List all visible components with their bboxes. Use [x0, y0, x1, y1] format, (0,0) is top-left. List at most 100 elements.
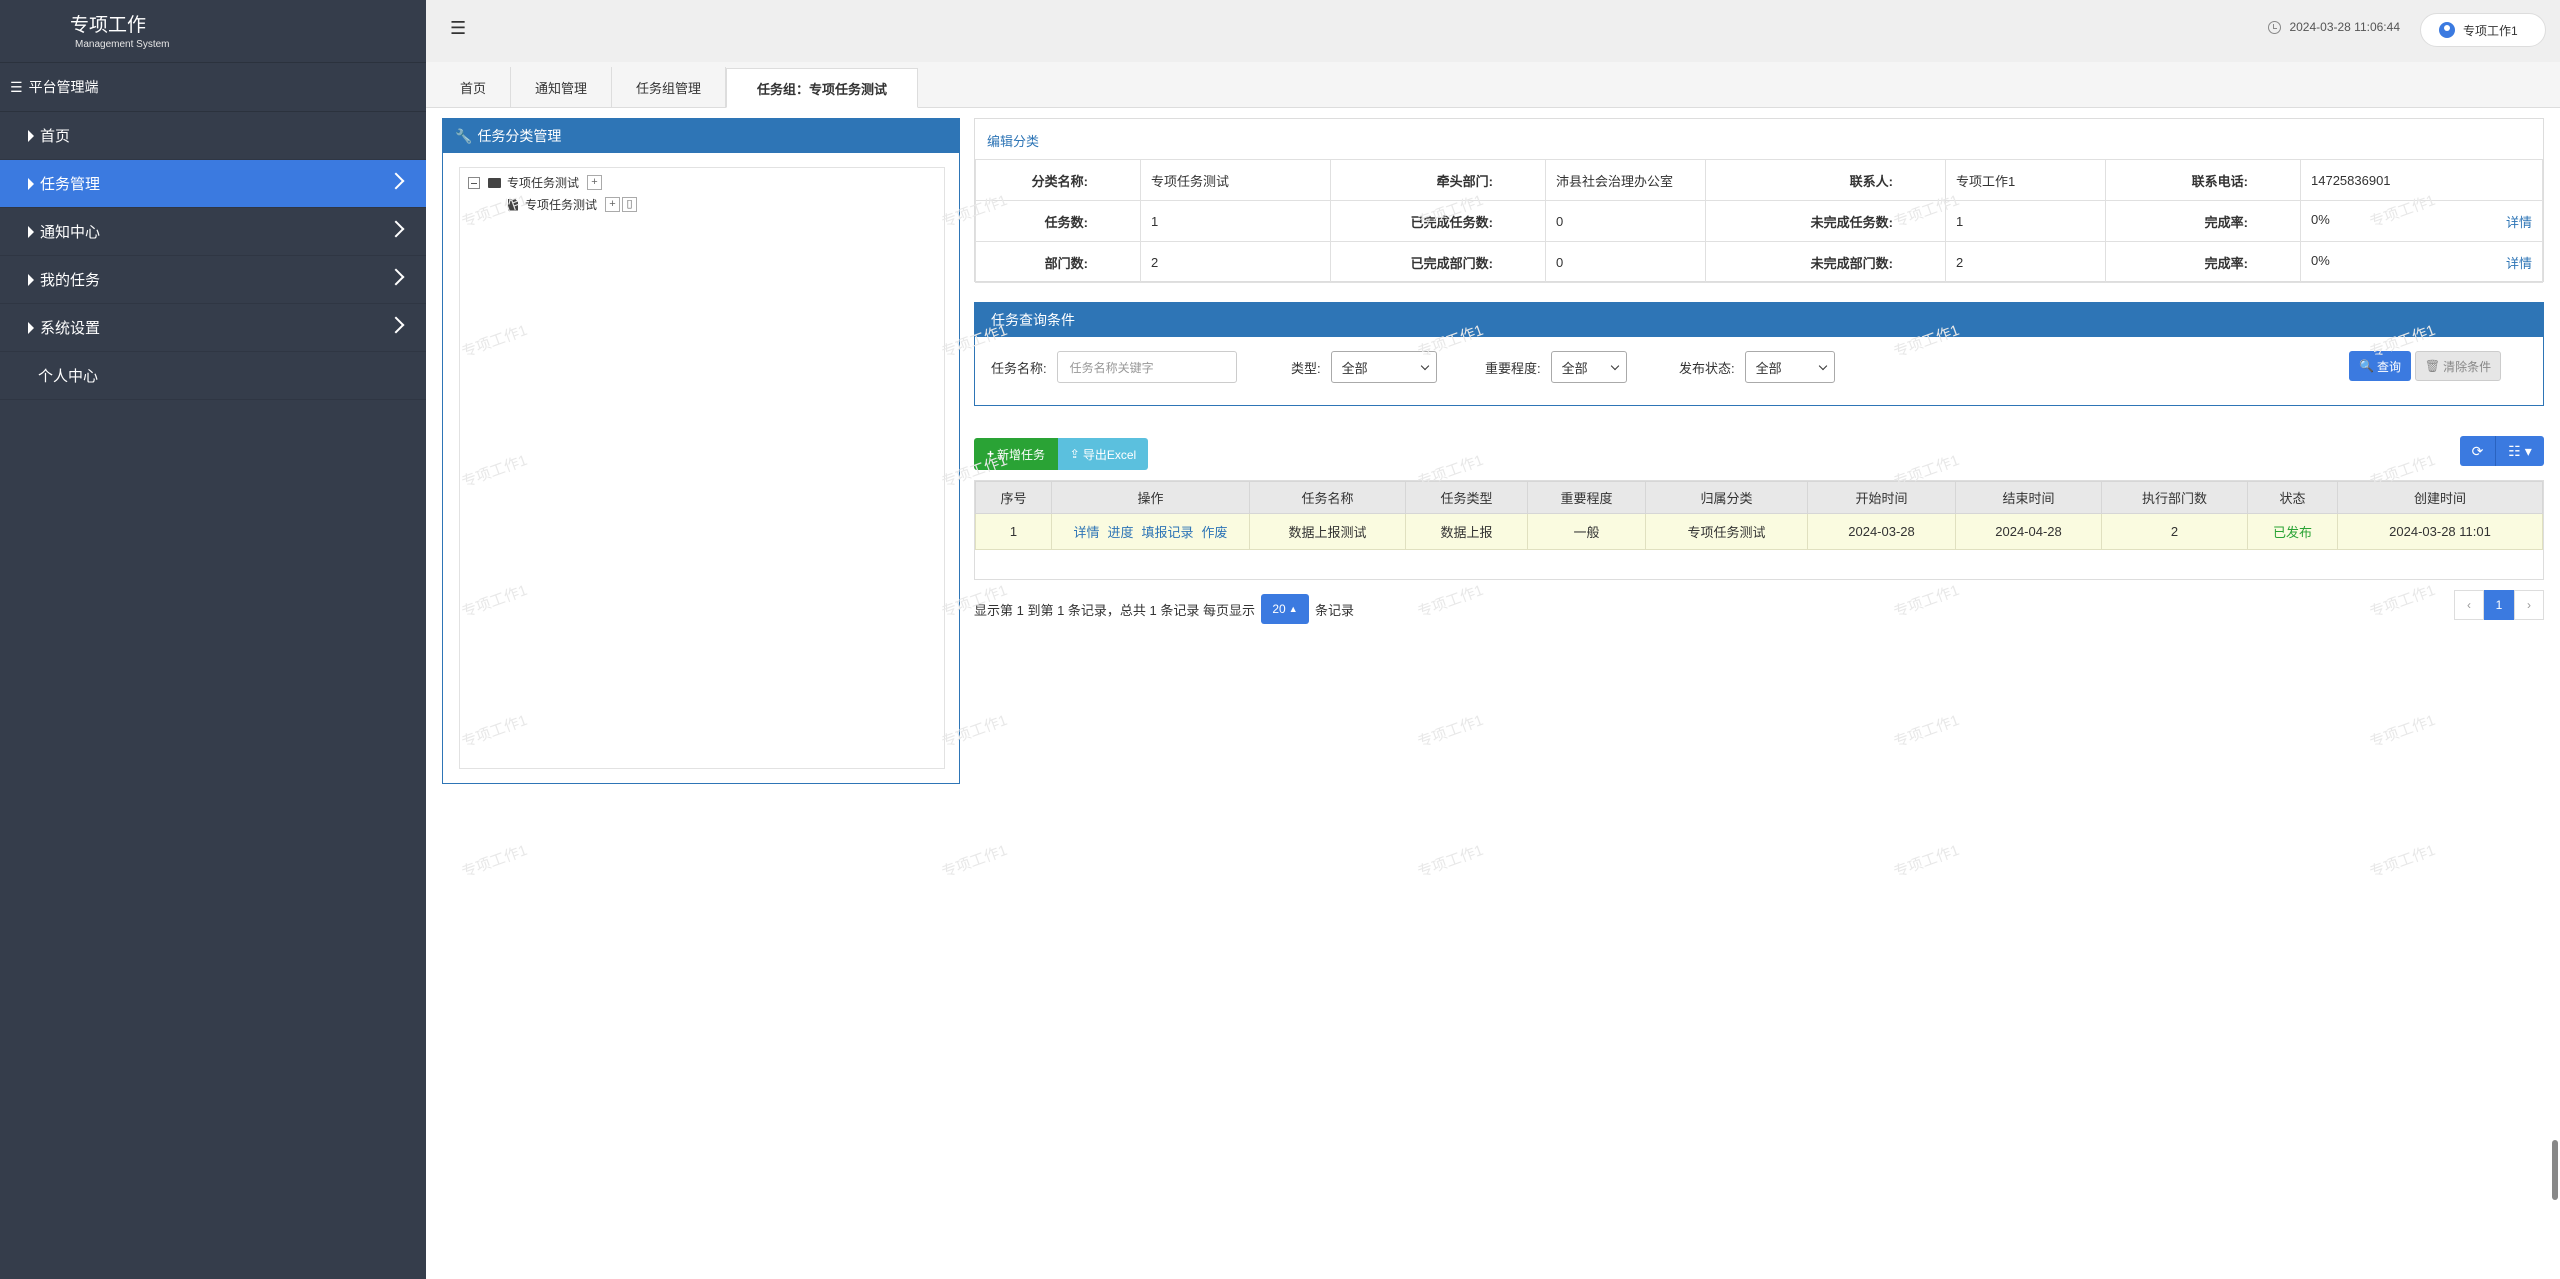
column-header[interactable]: 操作	[1051, 481, 1250, 514]
clock-icon	[2268, 20, 2282, 34]
search-icon: 🔍	[2359, 359, 2374, 373]
sidebar-item-task-management[interactable]: 任务管理	[0, 160, 426, 208]
cell-created: 2024-03-28 11:01	[2337, 513, 2543, 550]
column-header[interactable]: 序号	[975, 481, 1052, 514]
collapse-icon[interactable]	[468, 176, 480, 189]
pagination-suffix: 条记录	[1314, 602, 1354, 618]
column-header[interactable]: 归属分类	[1645, 481, 1808, 514]
delete-node-icon[interactable]: ▯	[622, 197, 638, 212]
chevron-right-icon	[387, 316, 405, 334]
info-label: 部门数:	[975, 241, 1141, 283]
menu-toggle-icon[interactable]: ☰	[450, 18, 466, 39]
category-info-table: 分类名称: 专项任务测试 牵头部门: 沛县社会治理办公室 联系人: 专项工作1 …	[975, 159, 2543, 283]
plus-icon: +	[986, 447, 994, 461]
chevron-down-icon	[1610, 361, 1619, 370]
info-label: 未完成任务数:	[1705, 200, 1946, 242]
chevron-down-icon	[1420, 361, 1429, 370]
watermark-text: 专项工作1	[2367, 581, 2438, 622]
sidebar-item-home[interactable]: 首页	[0, 112, 426, 160]
watermark-text: 专项工作1	[459, 841, 530, 882]
tree-node-label: 专项任务测试	[525, 198, 598, 212]
column-header[interactable]: 任务名称	[1249, 481, 1406, 514]
tab-task-group-management[interactable]: 任务组管理	[612, 67, 727, 107]
user-menu-button[interactable]: 专项工作1	[2420, 13, 2546, 47]
column-header[interactable]: 任务类型	[1405, 481, 1528, 514]
sidebar: 专项工作 Management System ☰ 平台管理端 首页 任务管理 通…	[0, 0, 426, 1279]
detail-link[interactable]: 详情	[1073, 525, 1099, 540]
add-node-icon[interactable]: +	[605, 197, 621, 212]
status-select[interactable]: 全部	[1744, 351, 1835, 383]
next-page-button[interactable]: ›	[2514, 590, 2544, 620]
tree-node-child[interactable]: 专项任务测试 + ▯	[508, 196, 638, 213]
info-label: 任务数:	[975, 200, 1141, 242]
void-link[interactable]: 作废	[1202, 525, 1228, 540]
caret-right-icon	[28, 177, 34, 190]
caret-up-icon: ▲	[1288, 604, 1298, 614]
info-value: 14725836901	[2300, 159, 2543, 201]
completion-rate: 0%	[2311, 252, 2330, 268]
info-value: 0% 详情	[2300, 200, 2543, 242]
info-label: 联系人:	[1705, 159, 1946, 201]
sidebar-item-notification-center[interactable]: 通知中心	[0, 208, 426, 256]
user-name: 专项工作1	[2463, 23, 2518, 38]
page-size-dropdown[interactable]: 20 ▲	[1260, 594, 1309, 624]
column-header[interactable]: 创建时间	[2337, 481, 2543, 514]
completion-rate: 0%	[2311, 211, 2330, 227]
brand-title: 专项工作	[70, 15, 147, 36]
column-header[interactable]: 执行部门数	[2101, 481, 2248, 514]
tab-home[interactable]: 首页	[436, 67, 512, 107]
caret-right-icon	[28, 129, 34, 142]
report-record-link[interactable]: 填报记录	[1142, 525, 1194, 540]
sidebar-item-system-settings[interactable]: 系统设置	[0, 304, 426, 352]
search-button-label: 查询	[2376, 359, 2401, 374]
page-size-value: 20	[1272, 602, 1286, 616]
sidebar-item-label: 首页	[40, 128, 71, 145]
info-value: 1	[1140, 200, 1331, 242]
page-scrollbar[interactable]	[2552, 1140, 2558, 1200]
sidebar-item-label: 个人中心	[38, 368, 99, 385]
column-header[interactable]: 开始时间	[1807, 481, 1956, 514]
cell-end: 2024-04-28	[1955, 513, 2102, 550]
pagination-info: 显示第 1 到第 1 条记录，总共 1 条记录 每页显示 20 ▲ 条记录	[974, 594, 1354, 624]
column-header[interactable]: 重要程度	[1527, 481, 1646, 514]
cell-no: 1	[975, 513, 1052, 550]
export-icon: ⇪	[1069, 447, 1080, 461]
task-detail-link[interactable]: 详情	[2506, 212, 2532, 231]
clear-button[interactable]: 🗑 清除条件	[2415, 351, 2501, 381]
sidebar-item-label: 系统设置	[40, 320, 101, 337]
chevron-right-icon	[387, 172, 405, 190]
add-task-button[interactable]: + 新增任务	[974, 438, 1058, 470]
prev-page-button[interactable]: ‹	[2454, 590, 2484, 620]
list-icon: ☰	[10, 78, 23, 95]
edit-category-link[interactable]: 编辑分类	[987, 131, 1039, 150]
search-button[interactable]: 🔍 查询	[2349, 351, 2411, 381]
watermark-text: 专项工作1	[1891, 711, 1962, 752]
page-button[interactable]: 1	[2484, 590, 2514, 620]
column-header[interactable]: 结束时间	[1955, 481, 2102, 514]
info-label: 完成率:	[2105, 200, 2301, 242]
dept-detail-link[interactable]: 详情	[2506, 253, 2532, 272]
watermark-text: 专项工作1	[1891, 581, 1962, 622]
sidebar-item-my-tasks[interactable]: 我的任务	[0, 256, 426, 304]
info-value: 专项任务测试	[1140, 159, 1331, 201]
sidebar-item-profile[interactable]: 个人中心	[0, 352, 426, 400]
columns-button[interactable]: ☷ ▾	[2496, 436, 2544, 466]
tree-node-root[interactable]: 专项任务测试 +	[468, 174, 603, 191]
column-header[interactable]: 状态	[2247, 481, 2338, 514]
importance-select[interactable]: 全部	[1550, 351, 1627, 383]
tab-task-group-detail[interactable]: 任务组：专项任务测试	[726, 68, 919, 108]
tab-notification-management[interactable]: 通知管理	[511, 67, 613, 107]
info-value: 0	[1545, 241, 1706, 283]
task-name-input[interactable]: 任务名称关键字	[1056, 351, 1237, 383]
refresh-button[interactable]: ⟳	[2460, 436, 2496, 466]
chevron-right-icon	[387, 220, 405, 238]
clear-button-label: 清除条件	[2443, 359, 2492, 374]
status-label: 发布状态:	[1679, 360, 1735, 376]
type-select[interactable]: 全部	[1330, 351, 1437, 383]
sidebar-header-label: 平台管理端	[28, 79, 99, 95]
query-name-group: 任务名称: 任务名称关键字	[991, 351, 1237, 383]
brand-subtitle: Management System	[75, 39, 170, 50]
progress-link[interactable]: 进度	[1107, 525, 1133, 540]
export-excel-button[interactable]: ⇪ 导出Excel	[1058, 438, 1148, 470]
add-node-icon[interactable]: +	[587, 175, 603, 190]
